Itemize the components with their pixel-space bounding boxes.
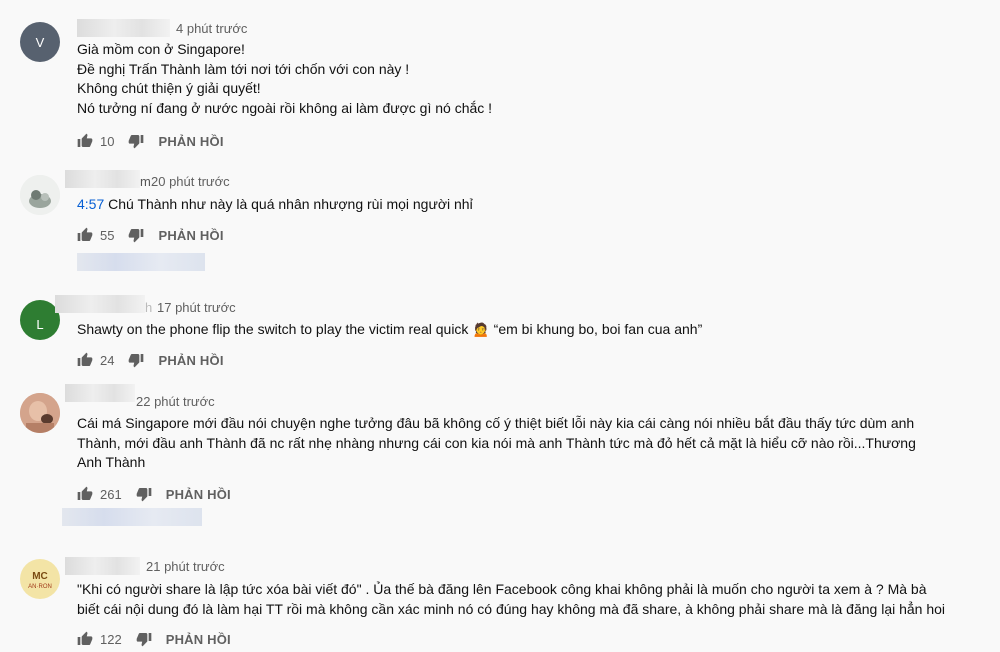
comment-line: Không chút thiện ý giải quyết! [77,80,261,96]
comment-time[interactable]: 4 phút trước [176,21,247,36]
comment-text: "Khi có người share là lập tức xóa bài v… [77,581,946,617]
comment-time[interactable]: 17 phút trước [157,300,236,315]
reply-button[interactable]: PHẢN HỒI [166,632,231,647]
thumb-up-icon[interactable] [77,227,93,243]
thumb-down-icon[interactable] [136,631,152,647]
avatar[interactable]: V [20,22,60,62]
avatar-image [20,175,60,215]
thumb-up-icon[interactable] [77,486,93,502]
thumb-up-icon[interactable] [77,631,93,647]
author-name-blurred[interactable] [55,295,145,313]
like-count: 24 [100,352,115,368]
avatar-letter: L [36,316,44,332]
avatar-text-top: MC [32,571,48,582]
comment-time[interactable]: 20 phút trước [151,174,230,189]
comment-line: Đề nghị Trấn Thành làm tới nơi tới chốn … [77,60,410,77]
thumb-down-icon[interactable] [128,133,144,149]
comment-actions: 55 PHẢN HỒI [77,226,224,244]
author-name-blurred[interactable] [77,19,170,37]
author-name-blurred[interactable] [65,384,135,402]
reply-button[interactable]: PHẢN HỒI [166,487,231,502]
like-count: 261 [100,486,122,502]
like-count: 10 [100,133,115,149]
comment-line: Nó tưởng ní đang ở nước ngoài rồi không … [77,99,493,116]
view-replies-blurred[interactable] [62,508,202,526]
reply-button[interactable]: PHẢN HỒI [158,134,223,149]
comment-actions: 261 PHẢN HỒI [77,485,231,503]
thumb-up-icon[interactable] [77,133,93,149]
like-count: 55 [100,227,115,243]
view-replies-blurred[interactable] [77,253,205,271]
avatar-text-bottom: AN·RON [28,584,52,590]
timestamp-link[interactable]: 4:57 [77,196,104,212]
reply-button[interactable]: PHẢN HỒI [158,353,223,368]
comment-line: Chú Thành như này là quá nhân nhượng rùi… [104,196,473,212]
thumb-down-icon[interactable] [128,352,144,368]
comment-text: Già mồm con ở Singapore! Đề nghị Trấn Th… [77,40,937,118]
comment-time[interactable]: 22 phút trước [136,394,215,409]
avatar-image [20,393,60,433]
comment-actions: 24 PHẢN HỒI [77,351,224,369]
thumb-down-icon[interactable] [128,227,144,243]
avatar[interactable]: L [20,300,60,340]
avatar-letter: V [35,34,45,50]
comment-line-quote: “em bi khung bo, boi fan cua anh” [489,321,703,337]
comment-text: Shawty on the phone flip the switch to p… [77,320,937,340]
comment-time[interactable]: 21 phút trước [146,559,225,574]
reply-button[interactable]: PHẢN HỒI [158,228,223,243]
author-name-blurred[interactable] [65,170,140,188]
author-name-blurred[interactable] [65,557,140,575]
comment-line: Shawty on the phone flip the switch to p… [77,321,469,337]
comment-line: Già mồm con ở Singapore! [77,41,245,57]
comment-text: Cái má Singapore mới đầu nói chuyện nghe… [77,415,916,470]
comment-text: 4:57 Chú Thành như này là quá nhân nhượn… [77,195,937,215]
comment-actions: 10 PHẢN HỒI [77,132,224,150]
author-name-tail[interactable]: h [145,300,152,315]
author-name-tail[interactable]: m [140,174,151,189]
emoji: 🙍 [472,321,490,337]
avatar[interactable]: MC AN·RON [20,559,60,599]
comment-actions: 122 PHẢN HỒI [77,630,231,648]
thumb-up-icon[interactable] [77,352,93,368]
thumb-down-icon[interactable] [136,486,152,502]
like-count: 122 [100,631,122,647]
avatar[interactable] [20,175,60,215]
avatar[interactable] [20,393,60,433]
